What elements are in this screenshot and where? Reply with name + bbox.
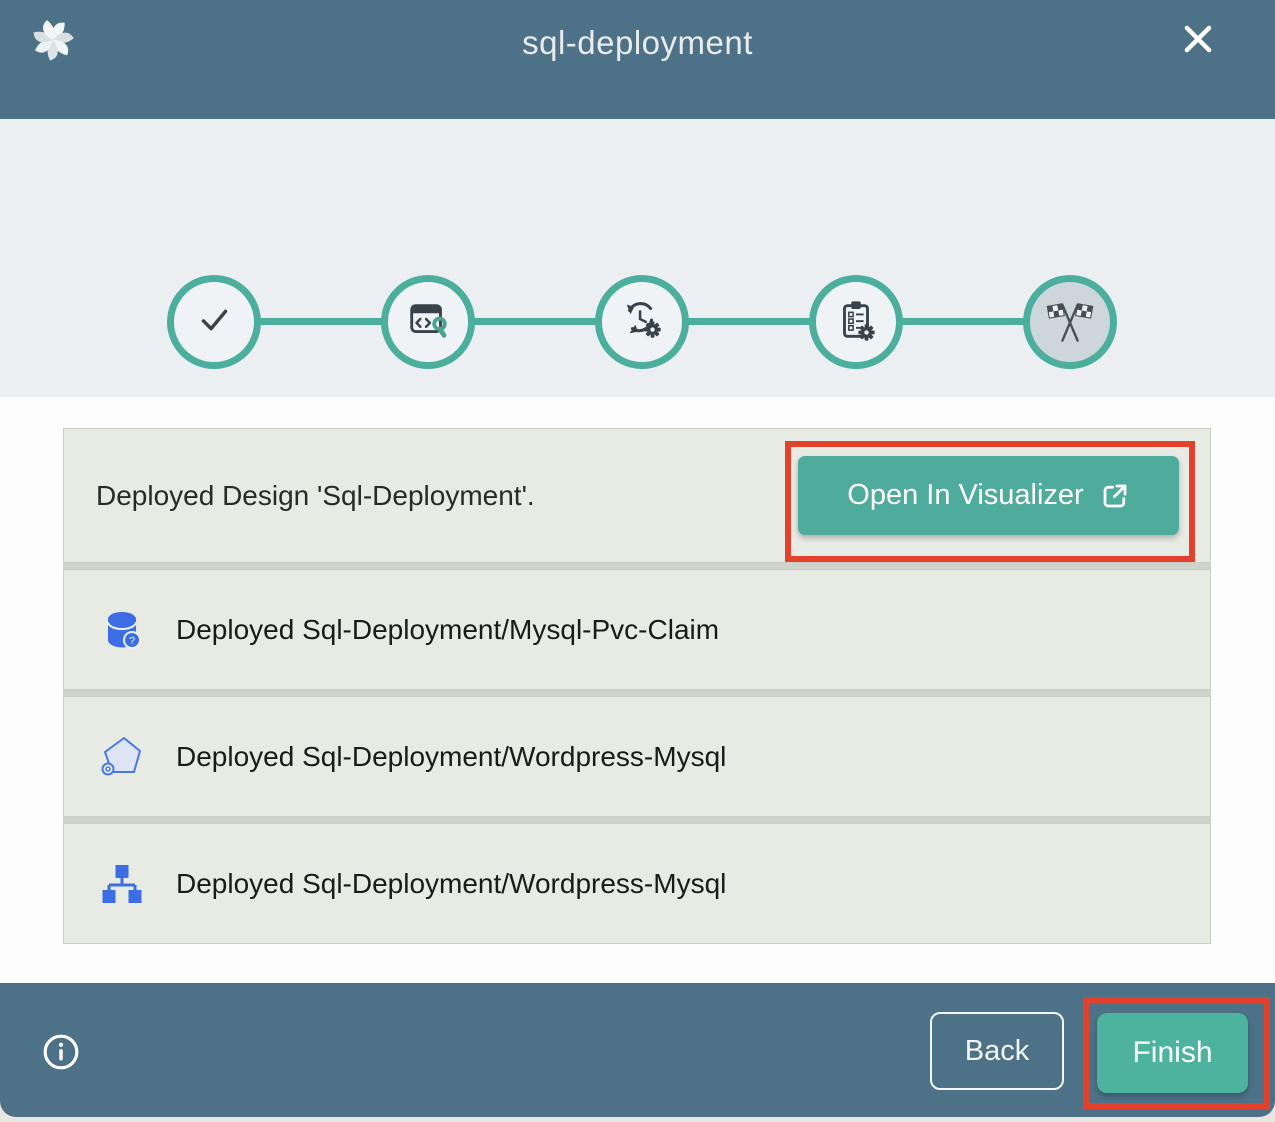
- info-icon[interactable]: [42, 1033, 80, 1071]
- checkered-flags-icon: [1044, 294, 1096, 351]
- code-wrench-icon: [405, 297, 451, 348]
- result-row-mysql-pvc-claim: ? Deployed Sql-Deployment/Mysql-Pvc-Clai…: [63, 569, 1211, 690]
- deployment-stepper: Validate Design Identify Environments Dr…: [0, 119, 1275, 397]
- step-circle-finalize-deployment[interactable]: [809, 275, 903, 369]
- summary-row: Deployed Design 'Sql-Deployment'. Open I…: [63, 428, 1211, 563]
- finish-button[interactable]: Finish: [1097, 1013, 1248, 1093]
- results-list: Deployed Design 'Sql-Deployment'. Open I…: [63, 428, 1211, 944]
- step-circle-validate-design[interactable]: [167, 275, 261, 369]
- open-in-visualizer-label: Open In Visualizer: [847, 479, 1083, 512]
- deployment-dialog: sql-deployment: [0, 0, 1275, 1122]
- close-icon[interactable]: [1178, 19, 1218, 59]
- open-in-visualizer-button[interactable]: Open In Visualizer: [798, 456, 1179, 535]
- summary-text: Deployed Design 'Sql-Deployment'.: [96, 480, 535, 512]
- result-row-wordpress-mysql-2: Deployed Sql-Deployment/Wordpress-Mysql: [63, 823, 1211, 944]
- dialog-header: sql-deployment: [0, 0, 1275, 119]
- back-button[interactable]: Back: [930, 1012, 1064, 1090]
- dialog-footer: Back Finish: [0, 983, 1275, 1117]
- step-circle-dry-run[interactable]: [595, 275, 689, 369]
- dialog-title: sql-deployment: [0, 24, 1275, 62]
- hierarchy-icon: [98, 860, 146, 908]
- result-text: Deployed Sql-Deployment/Wordpress-Mysql: [176, 741, 726, 773]
- svg-text:?: ?: [129, 635, 135, 647]
- pentagon-icon: [98, 733, 146, 781]
- result-text: Deployed Sql-Deployment/Wordpress-Mysql: [176, 868, 726, 900]
- database-icon: ?: [98, 606, 146, 654]
- result-row-wordpress-mysql-1: Deployed Sql-Deployment/Wordpress-Mysql: [63, 696, 1211, 817]
- step-circle-finish[interactable]: [1023, 275, 1117, 369]
- clipboard-gear-icon: [833, 297, 879, 348]
- results-panel: Deployed Design 'Sql-Deployment'. Open I…: [0, 397, 1275, 983]
- result-text: Deployed Sql-Deployment/Mysql-Pvc-Claim: [176, 614, 719, 646]
- sync-gear-icon: [619, 297, 665, 348]
- external-link-icon: [1100, 481, 1130, 511]
- check-icon: [191, 297, 237, 348]
- step-circle-identify-environments[interactable]: [381, 275, 475, 369]
